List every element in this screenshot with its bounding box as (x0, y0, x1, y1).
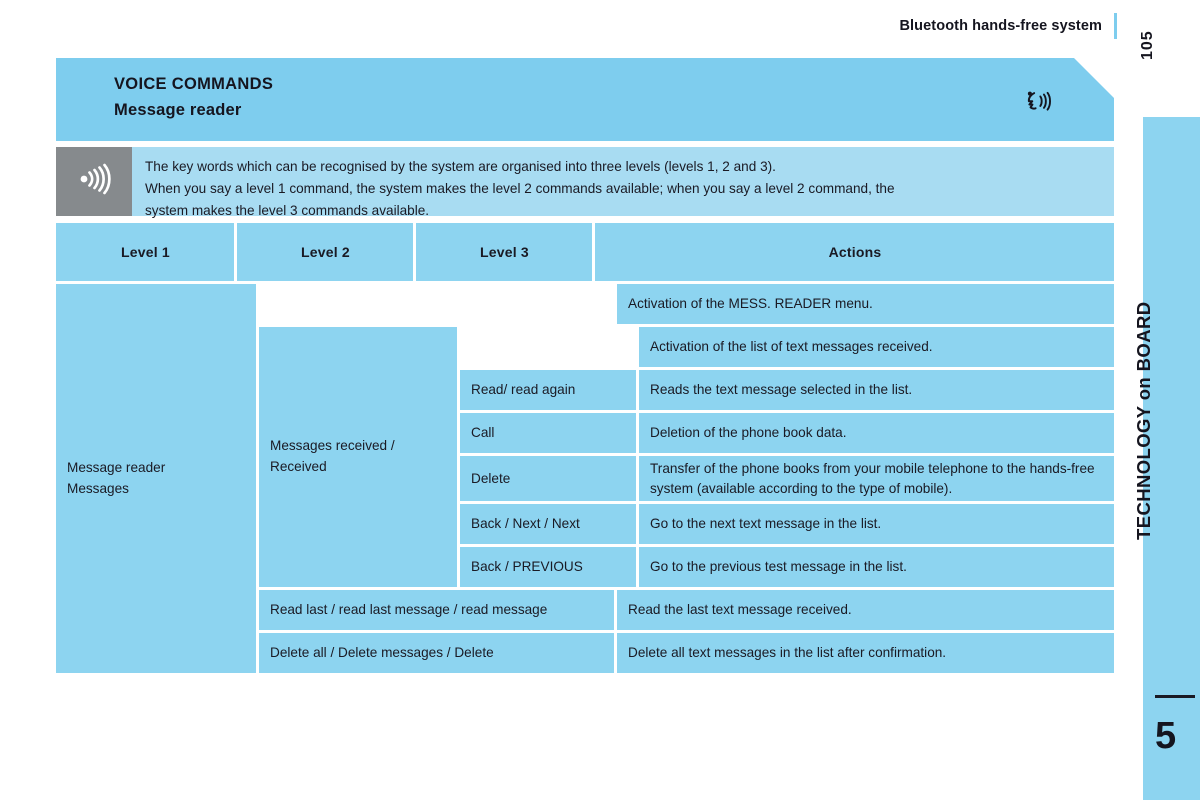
level1-label: Message reader Messages (67, 459, 166, 496)
banner-titles: VOICE COMMANDS Message reader (114, 72, 273, 123)
level3-cell: Read/ read again (460, 370, 636, 410)
action-cell: Deletion of the phone book data. (639, 413, 1114, 453)
column-header-level3: Level 3 (416, 223, 592, 281)
chapter-title: TECHNOLOGY on BOARD (1133, 301, 1154, 540)
action-cell: Go to the previous test message in the l… (639, 547, 1114, 587)
note-line: The key words which can be recognised by… (145, 159, 776, 174)
table-row: Back / PREVIOUS Go to the previous test … (460, 547, 1114, 587)
level23-span-cell: Delete all / Delete messages / Delete (259, 633, 614, 673)
empty-level3-cell (460, 327, 636, 367)
level2-cell: Messages received / Received (259, 327, 457, 587)
level2-label: Messages received / Received (270, 438, 395, 474)
page-subtitle: Message reader (114, 100, 242, 119)
note-icon-box (56, 147, 132, 216)
table-row: Delete Transfer of the phone books from … (460, 456, 1114, 501)
table-row: Back / Next / Next Go to the next text m… (460, 504, 1114, 544)
table-row: Call Deletion of the phone book data. (460, 413, 1114, 453)
action-cell: Reads the text message selected in the l… (639, 370, 1114, 410)
level3-cell: Delete (460, 456, 636, 501)
note-body: The key words which can be recognised by… (132, 147, 1114, 218)
table-body: Message reader Messages Activation of th… (56, 284, 1114, 673)
chapter-number: 5 (1155, 715, 1177, 757)
action-cell: Activation of the MESS. READER menu. (617, 284, 1114, 324)
action-cell: Transfer of the phone books from your mo… (639, 456, 1114, 501)
level1-cell: Message reader Messages (56, 284, 256, 673)
table-row: Activation of the MESS. READER menu. (259, 284, 1114, 324)
note-line: system makes the level 3 commands availa… (145, 203, 430, 219)
table-row: Activation of the list of text messages … (460, 327, 1114, 367)
level3-cell: Back / Next / Next (460, 504, 636, 544)
level3-cell: Call (460, 413, 636, 453)
note-line: When you say a level 1 command, the syst… (145, 181, 895, 197)
table-body-right: Activation of the MESS. READER menu. Mes… (259, 284, 1114, 673)
table-row: Delete all / Delete messages / Delete De… (259, 633, 1114, 673)
page-title: VOICE COMMANDS (114, 75, 274, 93)
table-row: Read/ read again Reads the text message … (460, 370, 1114, 410)
column-header-level2: Level 2 (237, 223, 413, 281)
chapter-side-tab: TECHNOLOGY on BOARD 5 (1133, 117, 1200, 800)
sound-waves-icon (72, 157, 116, 206)
action-cell: Delete all text messages in the list aft… (617, 633, 1114, 673)
level3-cell: Back / PREVIOUS (460, 547, 636, 587)
chapter-rule (1155, 695, 1195, 698)
action-cell: Go to the next text message in the list. (639, 504, 1114, 544)
table-header-row: Level 1 Level 2 Level 3 Actions (56, 223, 1114, 281)
action-cell: Activation of the list of text messages … (639, 327, 1114, 367)
page-number: 105 (1139, 30, 1156, 60)
running-head-rule (1114, 13, 1117, 39)
table-row: Read last / read last message / read mes… (259, 590, 1114, 630)
level2-group: Messages received / Received Activation … (259, 327, 1114, 587)
info-note: The key words which can be recognised by… (56, 147, 1114, 218)
voice-commands-table: Level 1 Level 2 Level 3 Actions Message … (56, 223, 1114, 673)
section-banner: VOICE COMMANDS Message reader (56, 58, 1114, 141)
action-cell: Read the last text message received. (617, 590, 1114, 630)
column-header-actions: Actions (595, 223, 1114, 281)
column-header-level1: Level 1 (56, 223, 234, 281)
level23-span-cell: Read last / read last message / read mes… (259, 590, 614, 630)
speaking-head-icon (1018, 86, 1056, 124)
level3-rows: Activation of the list of text messages … (460, 327, 1114, 587)
running-head: Bluetooth hands-free system (899, 18, 1102, 34)
empty-level23-cell (259, 284, 614, 324)
